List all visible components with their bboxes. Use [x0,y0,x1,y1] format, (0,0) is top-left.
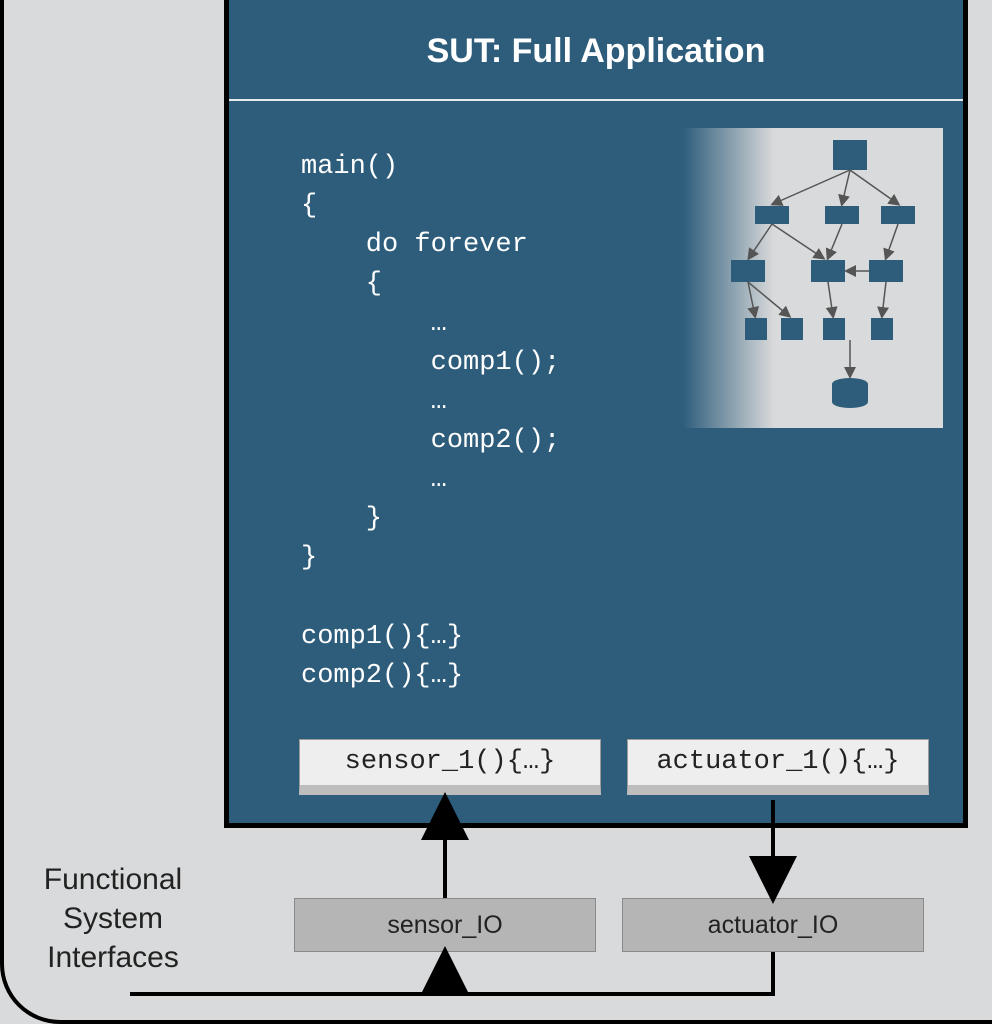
code-block: main() { do forever { … comp1(); … comp2… [301,148,560,696]
call-graph-inset [683,128,943,428]
side-label-line1: Functional [8,860,218,899]
call-graph-svg [683,128,943,428]
side-label-line2: System [8,899,218,938]
side-label: Functional System Interfaces [8,860,218,977]
sensor-function-box: sensor_1(){…} [299,739,601,795]
sut-title: SUT: Full Application [229,0,963,101]
actuator-io-box: actuator_IO [622,898,924,952]
sut-container: SUT: Full Application main() { do foreve… [224,0,968,828]
actuator-function-box: actuator_1(){…} [627,739,929,795]
side-label-line3: Interfaces [8,938,218,977]
sensor-io-box: sensor_IO [294,898,596,952]
